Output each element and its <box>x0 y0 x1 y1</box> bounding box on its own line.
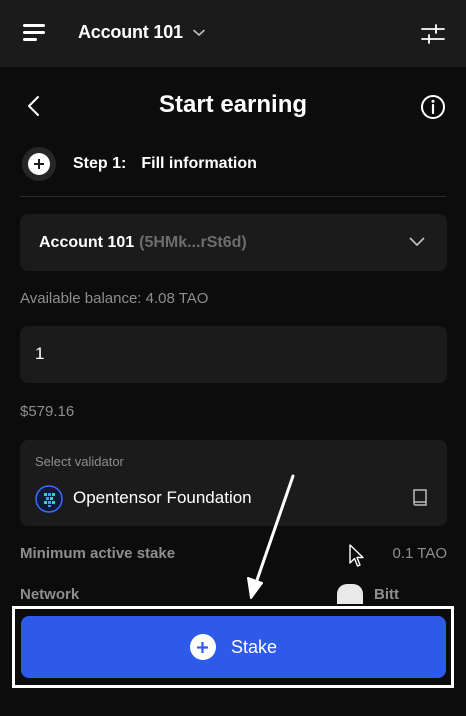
validator-label: Select validator <box>35 454 124 469</box>
account-switcher-label: Account 101 <box>78 22 183 42</box>
sliders-icon[interactable] <box>420 22 446 46</box>
divider <box>20 196 446 197</box>
stat-row-minimum-stake: Minimum active stake 0.1 TAO <box>20 545 447 565</box>
account-select-address: (5HMk...rSt6d) <box>139 233 247 251</box>
stat-label: Minimum active stake <box>20 545 176 562</box>
account-select-name: Account 101 <box>39 233 135 251</box>
info-icon[interactable] <box>420 94 446 120</box>
top-bar: Account 101 <box>0 0 466 67</box>
stake-button[interactable]: Stake <box>21 616 446 678</box>
chevron-down-icon <box>409 237 425 246</box>
amount-input-value: 1 <box>35 344 45 363</box>
account-switcher[interactable]: Account 101 <box>78 22 205 43</box>
mouse-cursor-icon <box>349 544 364 567</box>
step-label: Step 1: <box>73 155 127 172</box>
stake-button-label: Stake <box>230 636 278 657</box>
account-select[interactable]: Account 101 (5HMk...rSt6d) <box>20 214 447 271</box>
usd-value: $579.16 <box>20 403 75 420</box>
stake-button-highlight: Stake <box>12 606 454 688</box>
validator-select[interactable]: Select validator Opentensor Foundation <box>20 440 447 526</box>
validator-name: Opentensor Foundation <box>73 488 252 507</box>
book-icon[interactable] <box>411 488 430 507</box>
stat-value: 0.1 TAO <box>392 545 447 562</box>
plus-circle-icon <box>189 634 216 660</box>
stat-label: Network <box>20 586 80 603</box>
hamburger-menu-icon[interactable] <box>23 24 45 42</box>
stat-value: Bitt <box>374 586 399 603</box>
network-icon <box>337 584 363 604</box>
amount-input[interactable]: 1 <box>20 326 447 383</box>
chevron-down-icon <box>193 29 205 36</box>
plus-circle-icon <box>22 147 56 181</box>
opentensor-logo-icon <box>35 485 63 513</box>
step-indicator: Step 1: Fill information <box>22 146 257 182</box>
available-balance: Available balance: 4.08 TAO <box>20 290 209 307</box>
stat-row-network: Network Bitt <box>20 580 447 606</box>
page-title: Start earning <box>158 91 308 118</box>
step-text: Fill information <box>141 155 257 172</box>
